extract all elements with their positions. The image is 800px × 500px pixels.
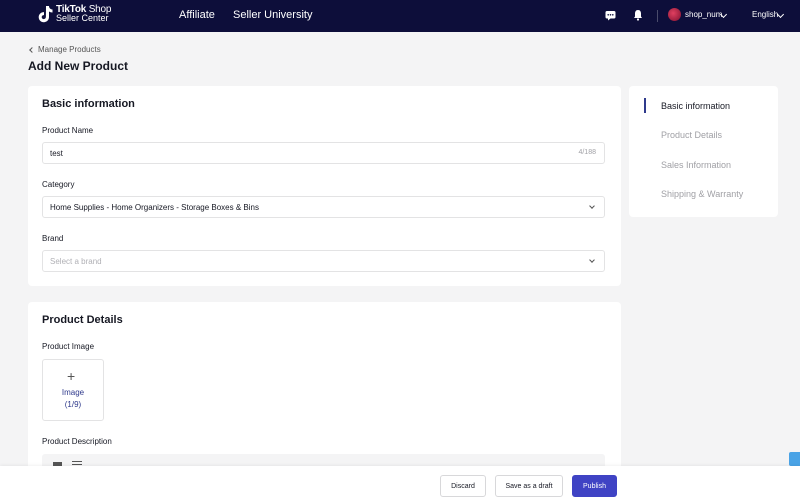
language-selector[interactable]: English [752,10,778,19]
image-upload-count: (1/9) [64,400,82,409]
active-section-indicator [644,98,646,113]
product-name-input[interactable]: test 4/188 [42,142,605,164]
image-upload-button[interactable]: + Image (1/9) [42,359,104,421]
avatar[interactable] [668,8,681,21]
product-name-label: Product Name [42,126,94,135]
section-nav-basic-information[interactable]: Basic information [661,101,730,111]
chevron-down-icon [589,203,595,209]
nav-link-seller-university[interactable]: Seller University [233,9,312,21]
top-nav: TikTok Shop Seller Center Affiliate Sell… [0,0,800,32]
discard-button[interactable]: Discard [440,475,486,497]
section-nav-sales-information[interactable]: Sales Information [661,160,731,170]
category-label: Category [42,180,75,189]
section-nav-product-details[interactable]: Product Details [661,130,722,140]
logo-text: TikTok Shop Seller Center [56,5,111,23]
publish-button[interactable]: Publish [572,475,617,497]
brand-label: Brand [42,234,64,243]
category-select[interactable]: Home Supplies - Home Organizers - Storag… [42,196,605,218]
basic-information-card: Basic information Product Name test 4/18… [28,86,621,286]
product-description-label: Product Description [42,437,112,446]
save-draft-button[interactable]: Save as a draft [495,475,563,497]
nav-link-affiliate[interactable]: Affiliate [179,9,215,21]
brand-select[interactable]: Select a brand [42,250,605,272]
tiktok-shop-logo[interactable]: TikTok Shop Seller Center [37,5,111,23]
nav-divider [657,10,658,22]
action-bar: Discard Save as a draft Publish [0,466,800,500]
message-icon[interactable] [605,10,616,21]
bell-icon[interactable] [633,9,643,21]
product-details-title: Product Details [42,314,123,326]
product-image-label: Product Image [42,342,95,351]
chevron-down-icon [589,257,595,263]
brand-line2: Seller Center [56,13,109,23]
product-name-char-count: 4/188 [578,149,596,156]
product-name-value: test [50,148,63,158]
shop-name[interactable]: shop_num [685,10,722,19]
feedback-tab[interactable] [789,452,800,466]
breadcrumb-manage-products[interactable]: Manage Products [38,45,101,54]
image-upload-label: Image [61,388,85,397]
breadcrumb[interactable]: Manage Products [29,45,101,54]
product-details-card: Product Details Product Image + Image (1… [28,302,621,482]
plus-icon: + [67,368,76,384]
brand-placeholder: Select a brand [50,256,102,266]
tiktok-logo-icon [38,6,53,23]
section-nav: Basic information Product Details Sales … [629,86,778,217]
page-title: Add New Product [28,59,129,73]
basic-information-title: Basic information [42,98,135,110]
section-nav-shipping-warranty[interactable]: Shipping & Warranty [661,189,743,199]
category-value: Home Supplies - Home Organizers - Storag… [50,202,259,212]
chevron-left-icon [29,46,35,53]
